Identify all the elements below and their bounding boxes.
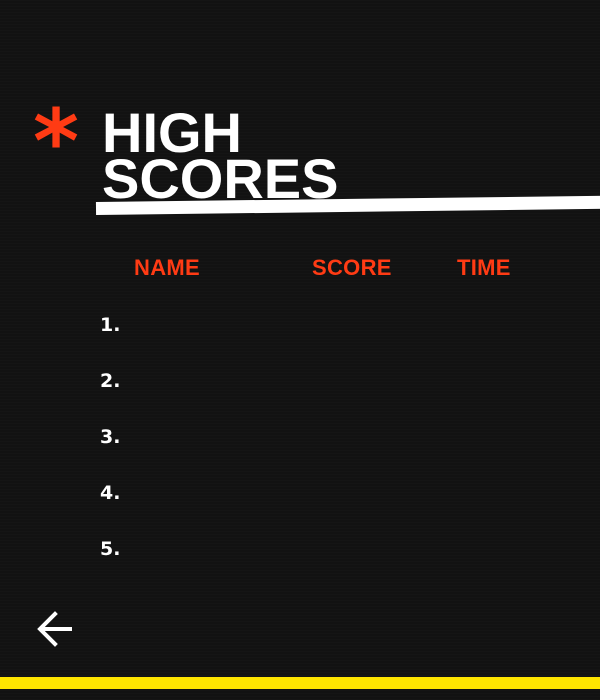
page-title-line-2: SCORES bbox=[102, 147, 339, 210]
score-row: 2. bbox=[100, 368, 560, 424]
column-header-score: SCORE bbox=[312, 255, 392, 280]
arrow-left-icon bbox=[37, 611, 72, 647]
scores-table-body: 1. 2. 3. 4. 5. bbox=[100, 312, 560, 592]
column-header-time: TIME bbox=[457, 255, 511, 280]
asterisk-icon: * bbox=[32, 90, 80, 193]
score-row: 1. bbox=[100, 312, 560, 368]
score-row: 3. bbox=[100, 424, 560, 480]
score-rank: 4. bbox=[100, 482, 121, 504]
score-rank: 2. bbox=[100, 370, 121, 392]
page-title: HIGH SCORES bbox=[102, 105, 339, 210]
column-header-name: NAME bbox=[134, 255, 200, 280]
score-row: 4. bbox=[100, 480, 560, 536]
back-button[interactable] bbox=[34, 608, 76, 650]
bottom-accent-bar bbox=[0, 677, 600, 689]
score-rank: 3. bbox=[100, 426, 121, 448]
score-rank: 5. bbox=[100, 538, 121, 560]
score-rank: 1. bbox=[100, 314, 121, 336]
score-row: 5. bbox=[100, 536, 560, 592]
